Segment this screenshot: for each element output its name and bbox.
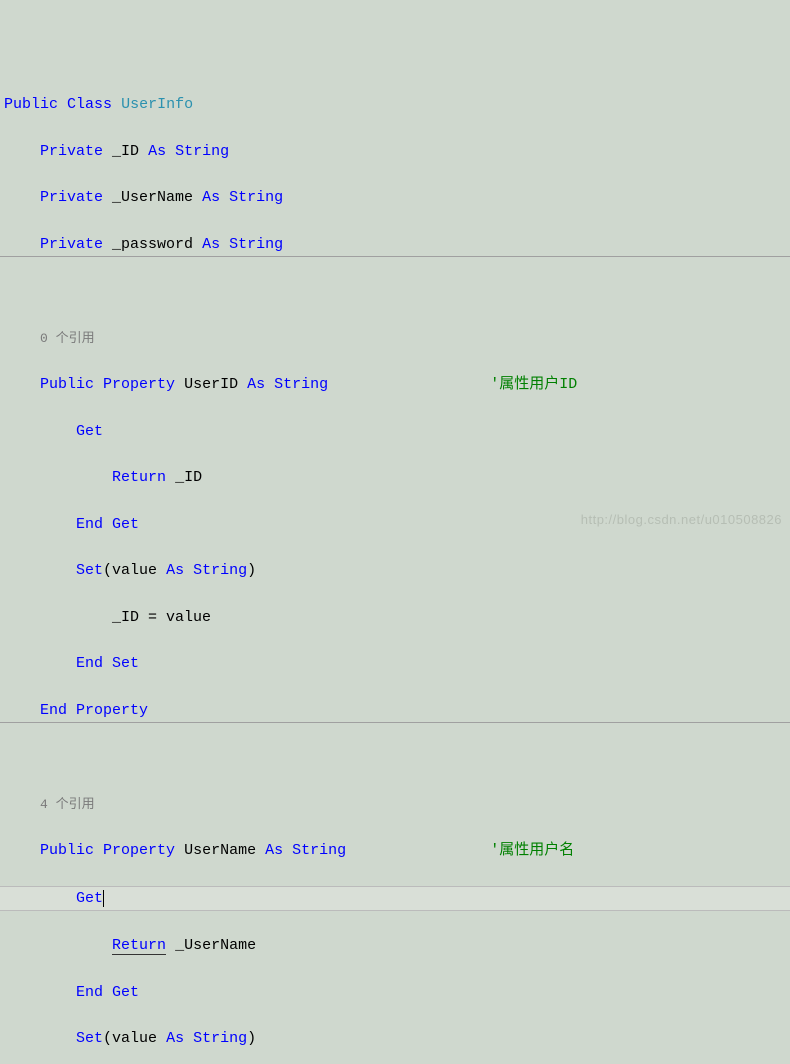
codelens-refs[interactable]: 4 个引用 (0, 793, 790, 816)
keyword-as: As (247, 376, 265, 393)
code-line[interactable]: Private _ID As String (0, 140, 790, 163)
keyword-string: String (229, 189, 283, 206)
keyword-set: Set (76, 1030, 103, 1047)
references-count[interactable]: 4 个引用 (40, 797, 95, 812)
code-line[interactable]: Set(value As String) (0, 559, 790, 582)
identifier: _password (112, 236, 193, 253)
code-line[interactable]: Get (0, 420, 790, 443)
keyword-string: String (193, 562, 247, 579)
keyword-end: End (76, 655, 103, 672)
keyword-class: Class (67, 96, 112, 113)
keyword-property: Property (103, 376, 175, 393)
code-line[interactable]: _ID = value (0, 606, 790, 629)
keyword-private: Private (40, 189, 103, 206)
keyword-get: Get (76, 423, 103, 440)
keyword-get: Get (112, 984, 139, 1001)
keyword-property: Property (76, 702, 148, 719)
keyword-property: Property (103, 842, 175, 859)
paren-close: ) (247, 562, 256, 579)
code-line[interactable]: Return _UserName (0, 934, 790, 957)
keyword-return: Return (112, 469, 166, 486)
keyword-public: Public (40, 842, 94, 859)
code-line[interactable]: Private _password As String (0, 233, 790, 257)
property-name: UserName (184, 842, 256, 859)
class-name: UserInfo (121, 96, 193, 113)
keyword-set: Set (76, 562, 103, 579)
paren-open: ( (103, 562, 112, 579)
code-line-current[interactable]: Get (0, 886, 790, 911)
keyword-set: Set (112, 655, 139, 672)
keyword-as: As (265, 842, 283, 859)
comment: '属性用户名 (490, 842, 574, 859)
blank-line[interactable] (0, 280, 790, 303)
keyword-string: String (292, 842, 346, 859)
code-line[interactable]: End Set (0, 652, 790, 675)
keyword-end: End (76, 984, 103, 1001)
code-line[interactable]: End Get (0, 981, 790, 1004)
code-line[interactable]: Return _ID (0, 466, 790, 489)
watermark-text: http://blog.csdn.net/u010508826 (581, 510, 782, 530)
code-line[interactable]: Public Property UserName As String '属性用户… (0, 839, 790, 862)
keyword-get: Get (76, 890, 104, 907)
references-count[interactable]: 0 个引用 (40, 331, 95, 346)
keyword-as: As (166, 562, 184, 579)
paren-open: ( (103, 1030, 112, 1047)
param: value (112, 562, 157, 579)
identifier: _ID (175, 469, 202, 486)
blank-line[interactable] (0, 746, 790, 769)
keyword-as: As (166, 1030, 184, 1047)
keyword-public: Public (4, 96, 58, 113)
identifier: _UserName (112, 189, 193, 206)
keyword-string: String (274, 376, 328, 393)
keyword-as: As (202, 236, 220, 253)
keyword-string: String (175, 143, 229, 160)
identifier: _ID (112, 143, 139, 160)
codelens-refs[interactable]: 0 个引用 (0, 327, 790, 350)
keyword-private: Private (40, 143, 103, 160)
keyword-get: Get (112, 516, 139, 533)
keyword-as: As (148, 143, 166, 160)
keyword-string: String (193, 1030, 247, 1047)
keyword-private: Private (40, 236, 103, 253)
code-line[interactable]: Set(value As String) (0, 1027, 790, 1050)
assignment: _ID = value (112, 609, 211, 626)
code-line[interactable]: End Property (0, 699, 790, 723)
property-name: UserID (184, 376, 238, 393)
code-line[interactable]: Private _UserName As String (0, 186, 790, 209)
keyword-end: End (76, 516, 103, 533)
keyword-end: End (40, 702, 67, 719)
code-line[interactable]: Public Property UserID As String '属性用户ID (0, 373, 790, 396)
keyword-as: As (202, 189, 220, 206)
code-line[interactable]: Public Class UserInfo (0, 93, 790, 116)
keyword-return: Return (112, 937, 166, 955)
param: value (112, 1030, 157, 1047)
identifier: _UserName (175, 937, 256, 954)
paren-close: ) (247, 1030, 256, 1047)
keyword-public: Public (40, 376, 94, 393)
comment: '属性用户ID (490, 376, 577, 393)
keyword-string: String (229, 236, 283, 253)
